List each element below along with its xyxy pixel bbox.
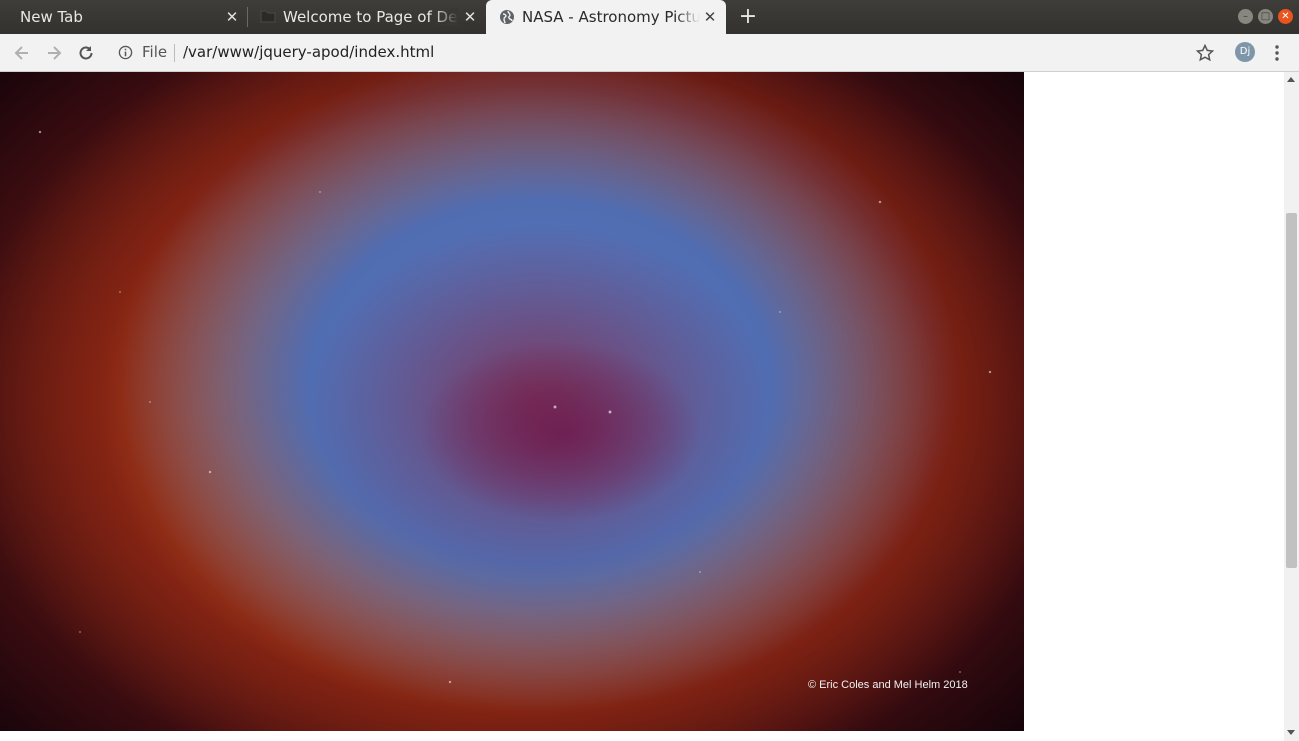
folder-icon [260, 10, 276, 23]
tab-title: New Tab [20, 8, 83, 26]
arrow-right-icon[interactable] [44, 43, 64, 63]
scroll-down-icon[interactable] [1287, 730, 1295, 735]
arrow-left-icon[interactable] [12, 43, 32, 63]
page-viewport: © Eric Coles and Mel Helm 2018 [0, 72, 1299, 741]
tab-title: Welcome to Page of Denn [283, 8, 458, 26]
tab-title: NASA - Astronomy Picture [522, 8, 700, 26]
apod-image: © Eric Coles and Mel Helm 2018 [0, 72, 1024, 731]
globe-icon [500, 10, 514, 24]
address-bar[interactable]: /var/www/jquery-apod/index.html [183, 43, 434, 61]
star-icon[interactable] [1195, 43, 1215, 63]
omnibox-separator [174, 44, 175, 62]
star-field [0, 72, 1024, 731]
info-icon[interactable] [118, 45, 133, 60]
scroll-up-icon[interactable] [1287, 77, 1295, 82]
vertical-scrollbar[interactable] [1284, 72, 1299, 741]
scheme-label: File [142, 43, 168, 61]
tab-strip: New Tab ✕ Welcome to Page of Denn ✕ NASA… [0, 0, 1299, 34]
image-credit: © Eric Coles and Mel Helm 2018 [808, 679, 968, 691]
tab-new-tab[interactable]: New Tab ✕ [0, 0, 247, 34]
close-icon[interactable]: ✕ [224, 9, 240, 25]
close-icon[interactable]: ✕ [702, 9, 718, 25]
tab-welcome-page[interactable]: Welcome to Page of Denn ✕ [248, 0, 486, 34]
minimize-button[interactable]: – [1238, 9, 1253, 24]
close-icon[interactable]: ✕ [462, 9, 478, 25]
kebab-menu-icon[interactable] [1267, 43, 1287, 63]
scrollbar-thumb[interactable] [1286, 213, 1297, 568]
browser-toolbar: File /var/www/jquery-apod/index.html Dj [0, 34, 1299, 72]
reload-icon[interactable] [76, 43, 96, 63]
tab-nasa-apod[interactable]: NASA - Astronomy Picture ✕ [486, 0, 726, 34]
window-close-button[interactable]: ✕ [1278, 9, 1293, 24]
maximize-button[interactable]: □ [1258, 9, 1273, 24]
avatar[interactable]: Dj [1235, 42, 1255, 62]
new-tab-button[interactable]: + [737, 6, 759, 28]
